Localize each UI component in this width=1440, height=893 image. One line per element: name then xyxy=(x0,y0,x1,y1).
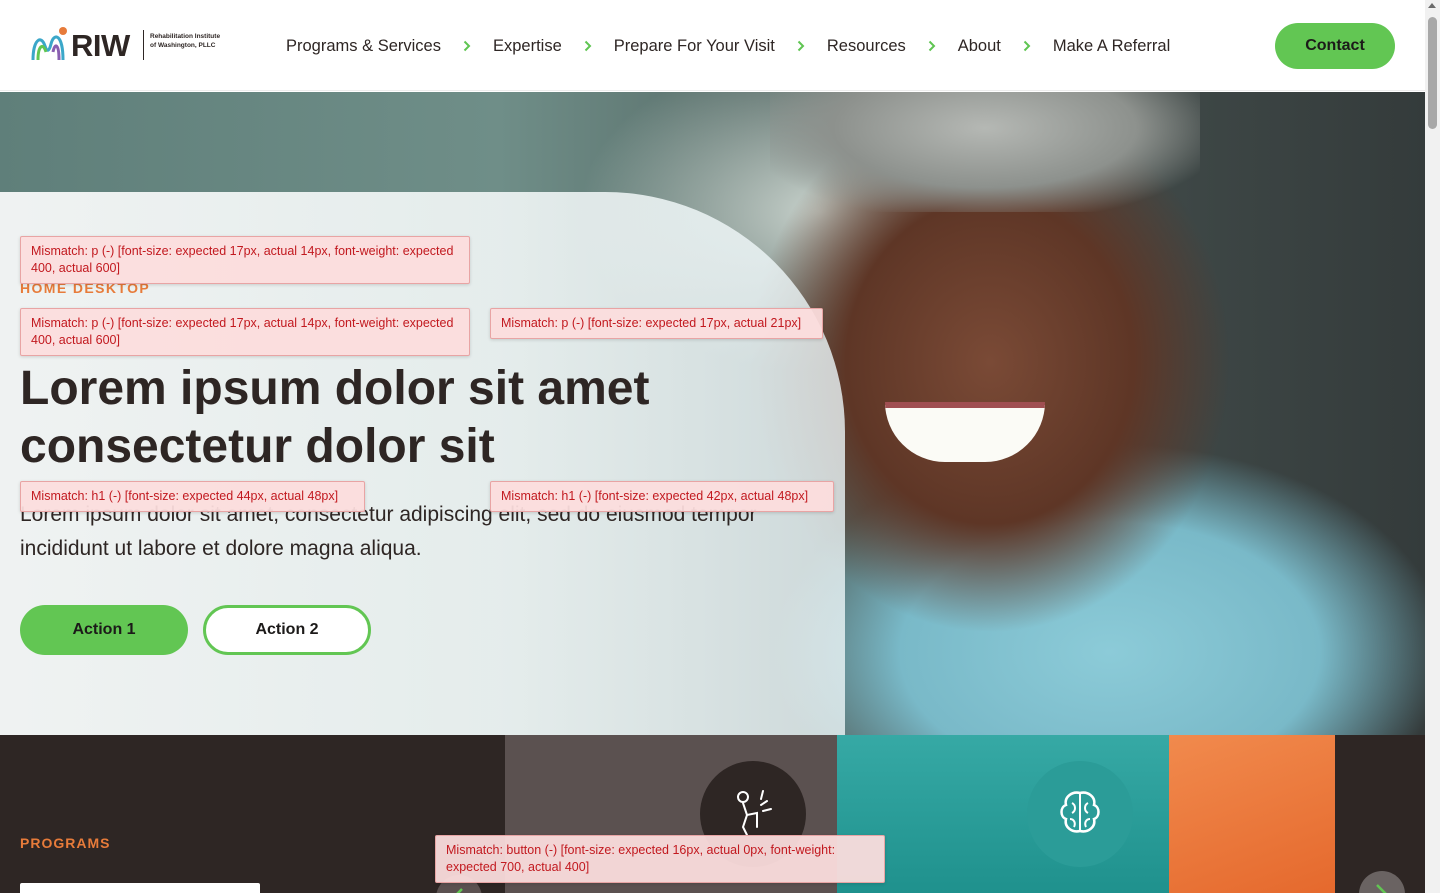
hero-title: Lorem ipsum dolor sit amet consectetur d… xyxy=(20,362,650,473)
mismatch-tooltip: Mismatch: p (-) [font-size: expected 17p… xyxy=(20,236,470,284)
riw-logo[interactable]: RIW Rehabilitation Institute of Washingt… xyxy=(29,26,221,66)
mismatch-tooltip: Mismatch: h1 (-) [font-size: expected 42… xyxy=(490,481,834,512)
mismatch-tooltip: Mismatch: h1 (-) [font-size: expected 44… xyxy=(20,481,365,512)
chevron-right-icon xyxy=(1376,884,1387,893)
program-card[interactable] xyxy=(1169,735,1335,893)
carousel-next-button[interactable] xyxy=(1359,871,1405,893)
nav-item-prepare-visit[interactable]: Prepare For Your Visit xyxy=(614,37,775,56)
chevron-right-icon xyxy=(463,40,471,52)
program-card[interactable] xyxy=(837,735,1169,893)
page-scrollbar[interactable] xyxy=(1425,0,1440,893)
chevron-right-icon xyxy=(1023,40,1031,52)
nav-item-resources[interactable]: Resources xyxy=(827,37,906,56)
chevron-right-icon xyxy=(584,40,592,52)
nav-item-expertise[interactable]: Expertise xyxy=(493,37,562,56)
nav-label: Expertise xyxy=(492,36,562,55)
nav-label: Programs & Services xyxy=(286,36,441,55)
riw-logo-icon xyxy=(31,27,67,61)
nav-item-programs-services[interactable]: Programs & Services xyxy=(286,37,441,56)
nav-label: About xyxy=(957,36,1001,55)
nav-label: Make A Referral xyxy=(1052,36,1171,55)
hero-section: HOME DESKTOP Lorem ipsum dolor sit amet … xyxy=(0,92,1425,735)
logo-wordmark: RIW xyxy=(71,28,130,63)
action-2-button[interactable]: Action 2 xyxy=(203,605,371,655)
programs-label: PROGRAMS xyxy=(20,835,111,851)
mismatch-tooltip: Mismatch: button (-) [font-size: expecte… xyxy=(435,835,885,883)
scroll-thumb[interactable] xyxy=(1428,17,1437,129)
contact-button[interactable]: Contact xyxy=(1275,23,1395,69)
chevron-right-icon xyxy=(797,40,805,52)
nav-item-make-referral[interactable]: Make A Referral xyxy=(1053,37,1170,56)
mismatch-tooltip: Mismatch: p (-) [font-size: expected 17p… xyxy=(490,308,823,339)
site-header: RIW Rehabilitation Institute of Washingt… xyxy=(0,0,1425,91)
nav-label: Prepare For Your Visit xyxy=(613,36,775,55)
logo-subtitle: Rehabilitation Institute of Washington, … xyxy=(150,33,221,49)
main-nav: Programs & Services Expertise Prepare Fo… xyxy=(286,33,1170,59)
chevron-left-icon xyxy=(456,888,463,893)
programs-heading xyxy=(20,883,260,893)
logo-divider xyxy=(143,30,144,60)
chevron-right-icon xyxy=(928,40,936,52)
nav-label: Resources xyxy=(826,36,906,55)
nav-item-about[interactable]: About xyxy=(958,37,1001,56)
action-1-button[interactable]: Action 1 xyxy=(20,605,188,655)
brain-icon xyxy=(1027,761,1133,867)
mismatch-tooltip: Mismatch: p (-) [font-size: expected 17p… xyxy=(20,308,470,356)
scroll-up-arrow-icon[interactable] xyxy=(1428,3,1436,8)
hero-photo-hair xyxy=(770,92,1200,212)
